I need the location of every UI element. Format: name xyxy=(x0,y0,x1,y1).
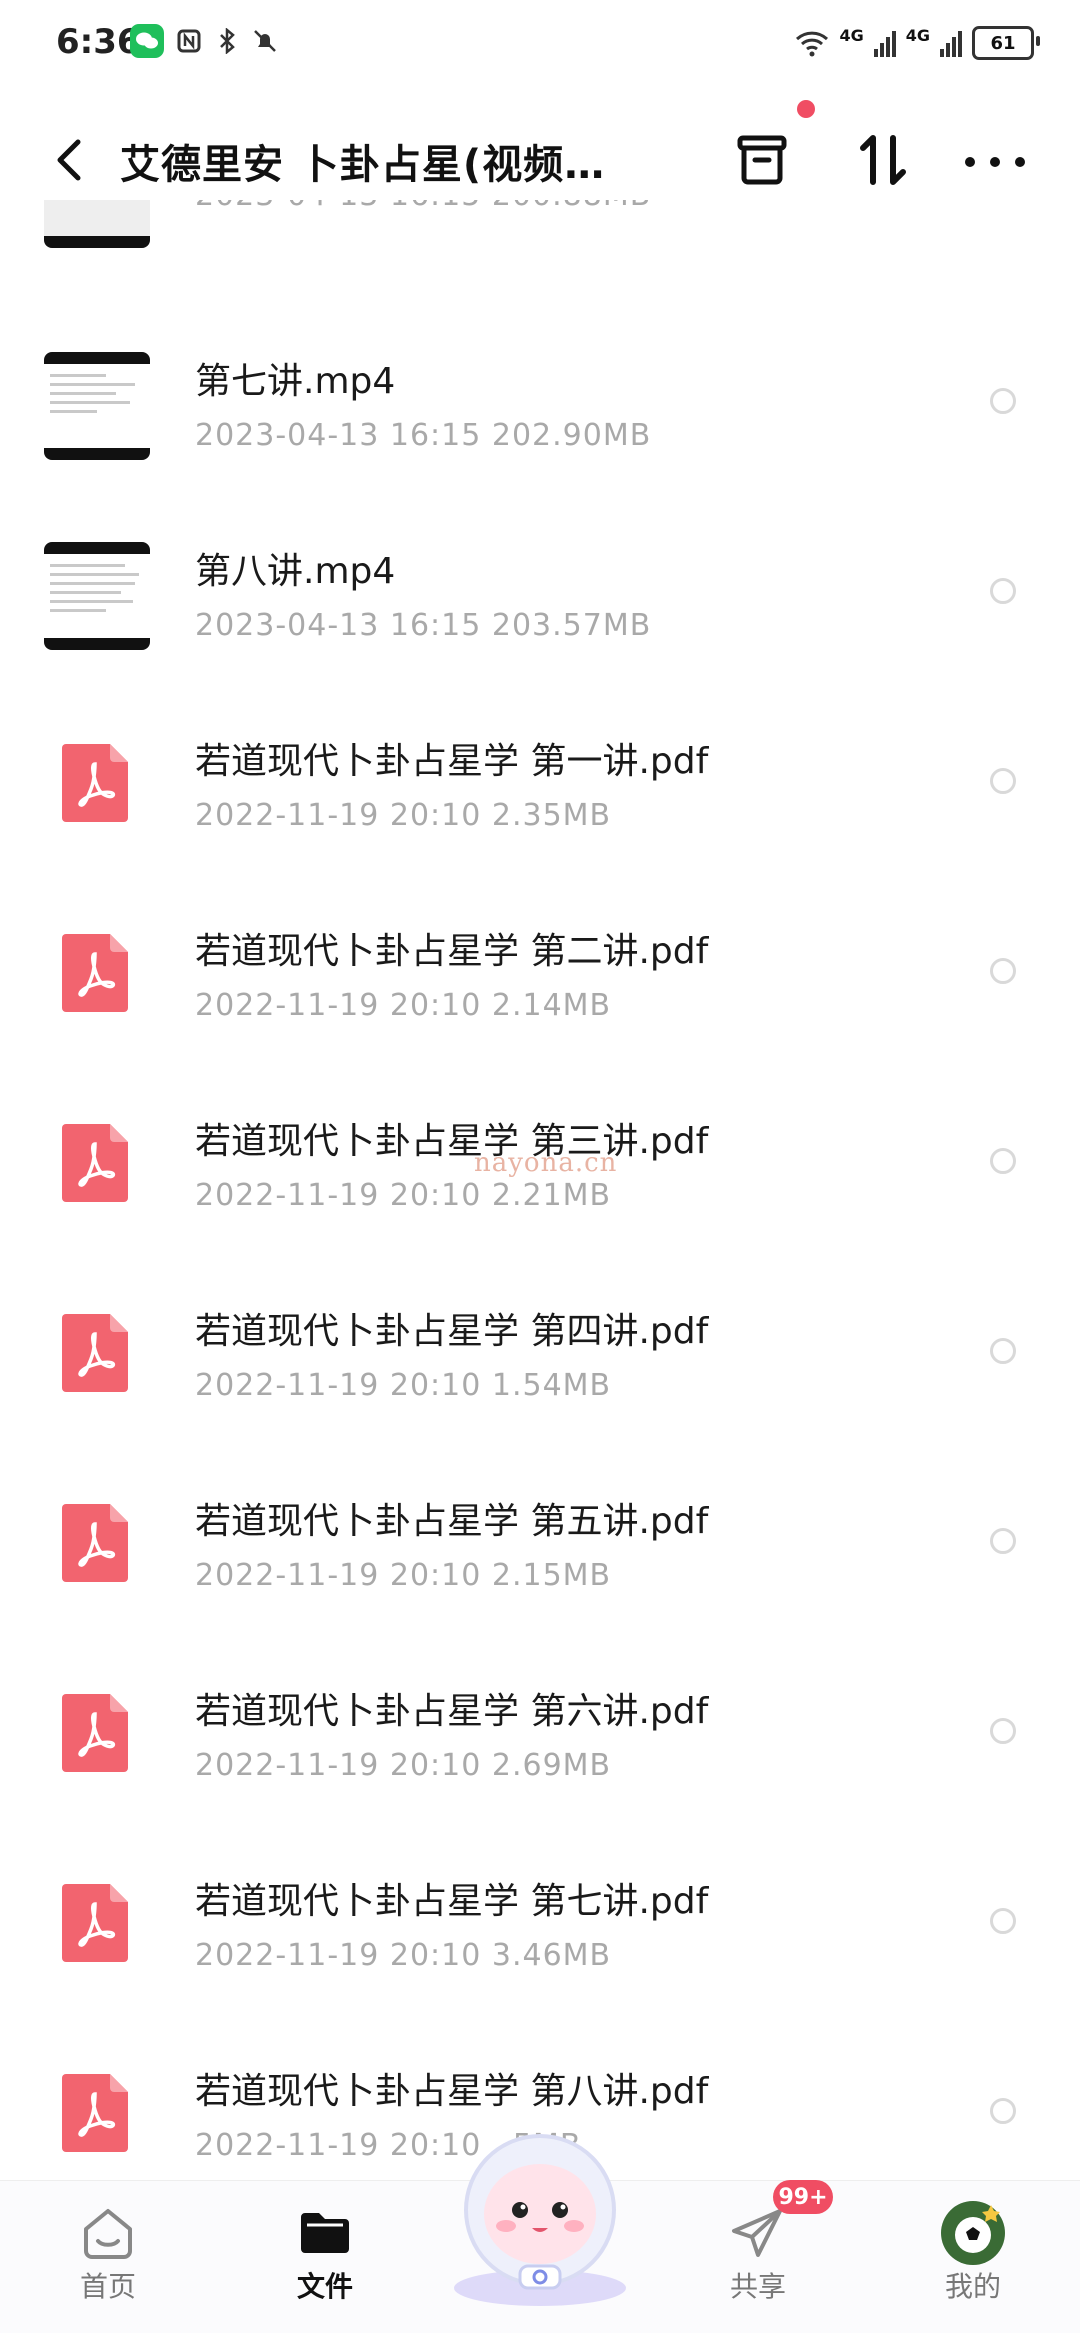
select-radio[interactable] xyxy=(990,958,1016,984)
watermark-text: nayona.cn xyxy=(474,1148,618,1178)
wifi-icon xyxy=(796,31,829,57)
select-radio[interactable] xyxy=(990,1338,1016,1364)
select-radio[interactable] xyxy=(990,1908,1016,1934)
nav-mine-label: 我的 xyxy=(944,2270,1001,2303)
paper-plane-icon xyxy=(732,2209,782,2257)
list-item[interactable]: 第八讲.mp4 2023-04-13 16:15 203.57MB xyxy=(0,520,1080,710)
avatar-soccer-icon xyxy=(941,2201,1005,2265)
file-meta: 2023-04-13 16:15 202.90MB xyxy=(195,418,652,453)
wechat-icon xyxy=(130,24,164,58)
nav-share-label: 共享 xyxy=(729,2270,786,2303)
file-meta: 2023-04-13 16:15 200.88MB xyxy=(195,200,651,213)
nav-files-label: 文件 xyxy=(296,2270,353,2303)
file-meta: 2022-11-19 20:10 2.15MB xyxy=(195,1558,612,1593)
pdf-file-icon xyxy=(62,744,128,822)
pdf-file-icon xyxy=(62,1124,128,1202)
list-item[interactable]: 第七讲.mp4 2023-04-13 16:15 202.90MB xyxy=(0,330,1080,520)
status-bar: 6:36 4G 4G 61 xyxy=(0,0,1080,90)
select-radio[interactable] xyxy=(990,578,1016,604)
signal-icon-2 xyxy=(940,29,962,57)
folder-icon xyxy=(301,2213,349,2253)
select-radio[interactable] xyxy=(990,768,1016,794)
list-item[interactable]: 若道现代卜卦占星学 第四讲.pdf 2022-11-19 20:10 1.54M… xyxy=(0,1280,1080,1470)
file-name: 第七讲.mp4 xyxy=(195,361,396,402)
select-radio[interactable] xyxy=(990,1148,1016,1174)
pdf-file-icon xyxy=(62,1314,128,1392)
select-radio[interactable] xyxy=(990,1718,1016,1744)
recycle-bin-icon[interactable] xyxy=(735,132,789,188)
file-name: 若道现代卜卦占星学 第八讲.pdf xyxy=(195,2071,709,2112)
file-name: 若道现代卜卦占星学 第二讲.pdf xyxy=(195,931,709,972)
video-thumbnail xyxy=(44,542,150,650)
home-face-icon xyxy=(84,2209,132,2259)
pdf-file-icon xyxy=(62,2074,128,2152)
file-name: 若道现代卜卦占星学 第六讲.pdf xyxy=(195,1691,709,1732)
status-icons-right: 4G 4G 61 xyxy=(795,26,1040,60)
pdf-file-icon xyxy=(62,1694,128,1772)
network-type-2: 4G xyxy=(905,26,930,45)
mascot-center-button[interactable] xyxy=(440,2118,640,2308)
select-radio[interactable] xyxy=(990,2098,1016,2124)
status-time: 6:36 xyxy=(56,22,141,62)
pdf-file-icon xyxy=(62,1884,128,1962)
list-item[interactable]: 若道现代卜卦占星学 第三讲.pdf 2022-11-19 20:10 2.21M… xyxy=(0,1090,1080,1280)
more-icon[interactable] xyxy=(965,152,1025,172)
back-chevron-icon[interactable] xyxy=(50,136,90,184)
folder-title: 艾德里安 卜卦占星(视频… xyxy=(120,142,606,188)
list-item[interactable]: 2023-04-13 16:15 200.88MB xyxy=(0,200,1080,280)
nav-mine[interactable]: 我的 xyxy=(903,2181,1043,2333)
list-item[interactable]: 若道现代卜卦占星学 第一讲.pdf 2022-11-19 20:10 2.35M… xyxy=(0,710,1080,900)
signal-icon xyxy=(873,29,896,57)
file-meta: 2022-11-19 20:10 2.14MB xyxy=(195,988,612,1023)
select-radio[interactable] xyxy=(990,388,1016,414)
share-badge: 99+ xyxy=(773,2180,833,2214)
network-type: 4G xyxy=(839,26,864,45)
list-item[interactable]: 若道现代卜卦占星学 第六讲.pdf 2022-11-19 20:10 2.69M… xyxy=(0,1660,1080,1850)
file-meta: 2022-11-19 20:10 2.21MB xyxy=(195,1178,612,1213)
notification-dot xyxy=(797,100,815,118)
list-item[interactable]: 若道现代卜卦占星学 第二讲.pdf 2022-11-19 20:10 2.14M… xyxy=(0,900,1080,1090)
file-meta: 2022-11-19 20:10 2.35MB xyxy=(195,798,612,833)
file-meta: 2023-04-13 16:15 203.57MB xyxy=(195,608,652,643)
file-name: 若道现代卜卦占星学 第一讲.pdf xyxy=(195,741,709,782)
file-name: 第八讲.mp4 xyxy=(195,551,396,592)
file-meta: 2022-11-19 20:10 1.54MB xyxy=(195,1368,612,1403)
mute-bell-icon xyxy=(252,28,278,54)
battery-level: 61 xyxy=(990,32,1016,54)
file-name: 若道现代卜卦占星学 第四讲.pdf xyxy=(195,1311,709,1352)
select-radio[interactable] xyxy=(990,1528,1016,1554)
sort-icon[interactable] xyxy=(855,132,911,188)
status-icons-left xyxy=(130,24,278,58)
battery-icon: 61 xyxy=(972,26,1040,60)
nav-home-label: 首页 xyxy=(79,2270,136,2303)
pdf-file-icon xyxy=(62,934,128,1012)
file-meta: 2022-11-19 20:10 3.46MB xyxy=(195,1938,612,1973)
video-thumbnail xyxy=(44,200,150,248)
list-item[interactable]: 若道现代卜卦占星学 第五讲.pdf 2022-11-19 20:10 2.15M… xyxy=(0,1470,1080,1660)
file-list: 2023-04-13 16:15 200.88MB 第七讲.mp4 2023-0… xyxy=(0,200,1080,2180)
file-name: 若道现代卜卦占星学 第五讲.pdf xyxy=(195,1501,709,1542)
file-name: 若道现代卜卦占星学 第三讲.pdf xyxy=(195,1121,709,1162)
nav-files[interactable]: 文件 xyxy=(255,2181,395,2333)
bluetooth-icon xyxy=(214,27,240,55)
video-thumbnail xyxy=(44,352,150,460)
file-name: 若道现代卜卦占星学 第七讲.pdf xyxy=(195,1881,709,1922)
pdf-file-icon xyxy=(62,1504,128,1582)
file-meta: 2022-11-19 20:10 2.69MB xyxy=(195,1748,612,1783)
nav-home[interactable]: 首页 xyxy=(38,2181,178,2333)
app-bar: 艾德里安 卜卦占星(视频… xyxy=(0,110,1080,210)
nfc-icon xyxy=(176,28,202,54)
list-item[interactable]: 若道现代卜卦占星学 第七讲.pdf 2022-11-19 20:10 3.46M… xyxy=(0,1850,1080,2040)
